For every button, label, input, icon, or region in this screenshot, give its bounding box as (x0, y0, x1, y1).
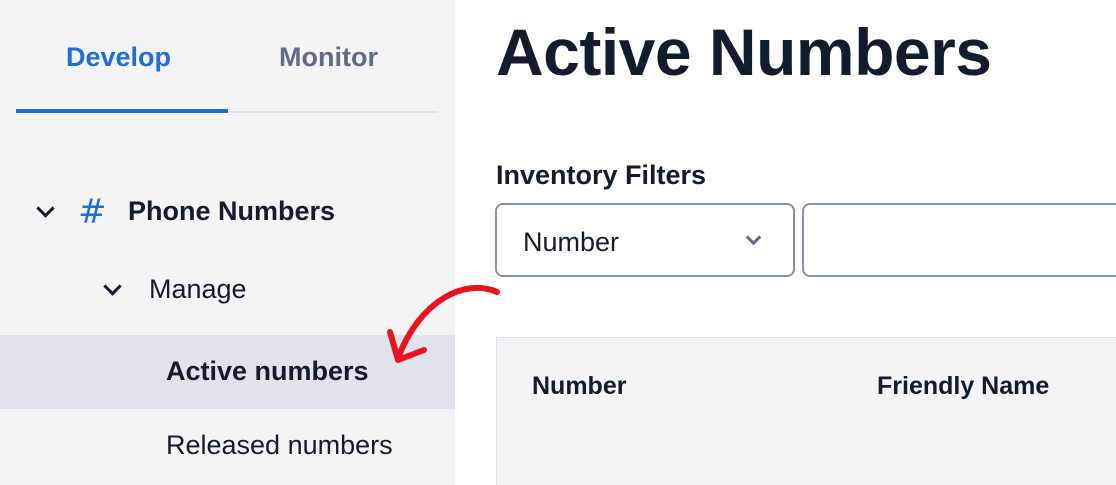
sidebar-item-phone-numbers[interactable]: # Phone Numbers (0, 190, 455, 234)
active-tab-indicator (16, 109, 228, 113)
filter-search-input[interactable] (802, 203, 1116, 277)
hash-icon: # (78, 192, 107, 232)
annotation-arrow (387, 285, 500, 363)
chevron-down-icon (36, 199, 55, 218)
sidebar-item-label: Active numbers (166, 356, 369, 386)
sidebar-item-released-numbers[interactable]: Released numbers (0, 418, 455, 474)
filter-field-select[interactable]: Number (495, 203, 795, 277)
chevron-down-icon (103, 277, 122, 296)
app-window: Develop Monitor # Phone Numbers Manage A… (0, 0, 1116, 485)
tab-bar: Develop Monitor (16, 0, 438, 113)
sidebar-item-label: Phone Numbers (128, 196, 336, 226)
numbers-table: Number Friendly Name (496, 337, 1116, 485)
sidebar: Develop Monitor # Phone Numbers Manage A… (0, 0, 455, 485)
chevron-down-icon (745, 229, 762, 246)
tab-monitor[interactable]: Monitor (279, 42, 378, 73)
sidebar-item-label: Released numbers (166, 430, 393, 460)
column-header-number[interactable]: Number (532, 372, 626, 401)
filter-select-value: Number (523, 227, 620, 257)
annotation-arrow-shaft (395, 285, 500, 361)
main-content: Active Numbers Inventory Filters Number … (455, 0, 1116, 485)
inventory-filters-label: Inventory Filters (496, 160, 707, 190)
tab-develop[interactable]: Develop (66, 42, 171, 73)
page-title: Active Numbers (496, 15, 992, 89)
column-header-friendly-name[interactable]: Friendly Name (877, 372, 1049, 401)
sidebar-item-label: Manage (149, 274, 247, 304)
